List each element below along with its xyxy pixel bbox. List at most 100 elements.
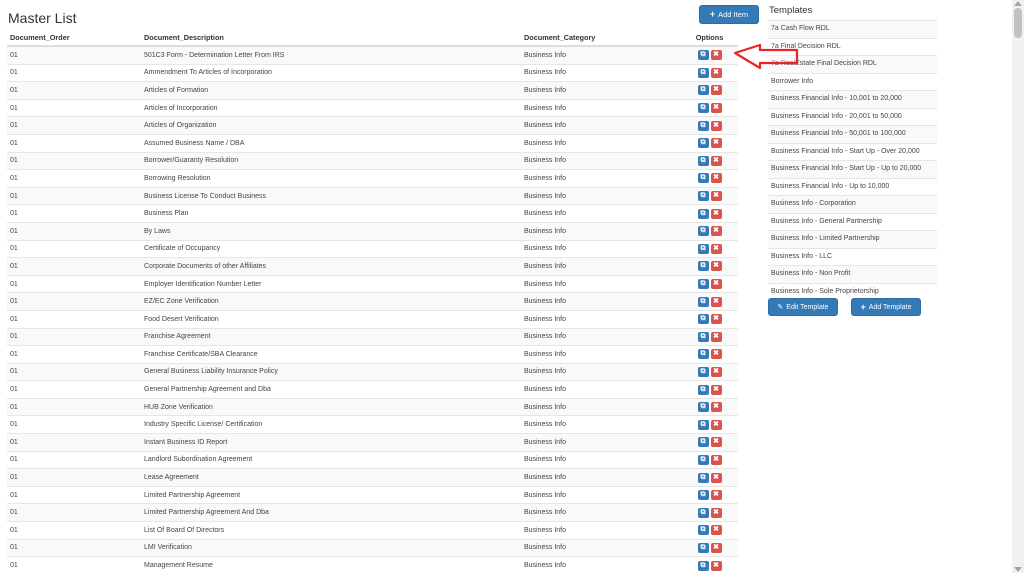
edit-icon[interactable]: ⧉ bbox=[697, 226, 709, 237]
cell-options: ⧉ ✖ bbox=[681, 239, 738, 258]
edit-icon[interactable]: ⧉ bbox=[697, 67, 709, 78]
delete-x-icon[interactable]: ✖ bbox=[710, 454, 722, 465]
edit-icon[interactable]: ⧉ bbox=[697, 261, 709, 272]
delete-x-icon[interactable]: ✖ bbox=[710, 155, 722, 166]
delete-x-icon[interactable]: ✖ bbox=[710, 50, 722, 61]
edit-icon[interactable]: ⧉ bbox=[697, 243, 709, 254]
delete-x-icon[interactable]: ✖ bbox=[710, 279, 722, 290]
delete-x-icon[interactable]: ✖ bbox=[710, 103, 722, 114]
delete-x-icon[interactable]: ✖ bbox=[710, 366, 722, 377]
edit-icon[interactable]: ⧉ bbox=[697, 472, 709, 483]
delete-x-icon[interactable]: ✖ bbox=[710, 419, 722, 430]
template-list-item[interactable]: Business Financial Info - Up to 10,000 bbox=[768, 177, 937, 196]
master-list-body: 01 501C3 Form - Determination Letter From… bbox=[7, 45, 738, 574]
delete-x-icon[interactable]: ✖ bbox=[710, 226, 722, 237]
master-list-panel: Master List + Add Item Document_Order Do… bbox=[7, 0, 759, 574]
delete-x-icon[interactable]: ✖ bbox=[710, 525, 722, 536]
scroll-thumb[interactable] bbox=[1014, 8, 1022, 38]
add-item-button[interactable]: + Add Item bbox=[699, 5, 759, 24]
template-list-item[interactable]: Business Info - Corporation bbox=[768, 195, 937, 213]
delete-x-icon[interactable]: ✖ bbox=[710, 507, 722, 518]
edit-icon[interactable]: ⧉ bbox=[697, 331, 709, 342]
edit-icon[interactable]: ⧉ bbox=[697, 542, 709, 553]
page-scrollbar[interactable] bbox=[1012, 0, 1024, 573]
delete-x-icon[interactable]: ✖ bbox=[710, 191, 722, 202]
delete-x-icon[interactable]: ✖ bbox=[710, 560, 722, 571]
edit-icon[interactable]: ⧉ bbox=[697, 349, 709, 360]
edit-icon[interactable]: ⧉ bbox=[697, 384, 709, 395]
delete-x-icon[interactable]: ✖ bbox=[710, 402, 722, 413]
edit-icon[interactable]: ⧉ bbox=[697, 402, 709, 413]
delete-x-icon[interactable]: ✖ bbox=[710, 85, 722, 96]
scroll-down-arrow-icon[interactable] bbox=[1014, 567, 1022, 572]
table-row: 01 Business Plan Business Info ⧉ ✖ bbox=[7, 204, 738, 223]
edit-icon[interactable]: ⧉ bbox=[697, 296, 709, 307]
cell-document-order: 01 bbox=[7, 538, 141, 557]
template-list-item[interactable]: Business Info - Limited Partnership bbox=[768, 230, 937, 248]
template-list-item[interactable]: 7a Cash Flow RDL bbox=[768, 20, 937, 38]
template-list-item[interactable]: Business Financial Info - 50,001 to 100,… bbox=[768, 125, 937, 143]
edit-icon[interactable]: ⧉ bbox=[697, 507, 709, 518]
delete-x-icon[interactable]: ✖ bbox=[710, 331, 722, 342]
delete-x-icon[interactable]: ✖ bbox=[710, 120, 722, 131]
edit-template-button[interactable]: ✎ Edit Template bbox=[768, 298, 838, 316]
edit-icon[interactable]: ⧉ bbox=[697, 279, 709, 290]
delete-x-icon[interactable]: ✖ bbox=[710, 138, 722, 149]
delete-x-icon[interactable]: ✖ bbox=[710, 384, 722, 395]
delete-x-icon[interactable]: ✖ bbox=[710, 208, 722, 219]
edit-icon[interactable]: ⧉ bbox=[697, 454, 709, 465]
edit-icon[interactable]: ⧉ bbox=[697, 85, 709, 96]
cell-document-category: Business Info bbox=[521, 274, 681, 293]
edit-icon[interactable]: ⧉ bbox=[697, 525, 709, 536]
delete-x-icon[interactable]: ✖ bbox=[710, 349, 722, 360]
cell-document-description: HUB Zone Verification bbox=[141, 397, 521, 416]
template-list-item[interactable]: Business Financial Info - 20,001 to 50,0… bbox=[768, 107, 937, 126]
edit-icon[interactable]: ⧉ bbox=[697, 366, 709, 377]
column-header-document-category[interactable]: Document_Category bbox=[521, 30, 681, 47]
edit-icon[interactable]: ⧉ bbox=[697, 419, 709, 430]
template-list-item[interactable]: Borrower Info bbox=[768, 72, 937, 91]
edit-icon[interactable]: ⧉ bbox=[697, 490, 709, 501]
edit-icon[interactable]: ⧉ bbox=[697, 155, 709, 166]
column-header-document-description[interactable]: Document_Description bbox=[141, 30, 521, 47]
edit-icon[interactable]: ⧉ bbox=[697, 191, 709, 202]
cell-options: ⧉ ✖ bbox=[681, 186, 738, 205]
delete-x-icon[interactable]: ✖ bbox=[710, 243, 722, 254]
table-row: 01 Articles of Incorporation Business Info… bbox=[7, 98, 738, 117]
cell-document-category: Business Info bbox=[521, 362, 681, 381]
add-template-button[interactable]: + Add Template bbox=[851, 298, 921, 316]
delete-x-icon[interactable]: ✖ bbox=[710, 296, 722, 307]
edit-icon[interactable]: ⧉ bbox=[697, 138, 709, 149]
edit-icon[interactable]: ⧉ bbox=[697, 103, 709, 114]
template-list-item[interactable]: Business Financial Info - 10,001 to 20,0… bbox=[768, 90, 937, 108]
delete-x-icon[interactable]: ✖ bbox=[710, 490, 722, 501]
delete-x-icon[interactable]: ✖ bbox=[710, 173, 722, 184]
edit-icon[interactable]: ⧉ bbox=[697, 173, 709, 184]
template-list-item[interactable]: Business Financial Info - Start Up - Up … bbox=[768, 160, 937, 178]
template-list-item[interactable]: 7a RealEstate Final Decision RDL bbox=[768, 55, 937, 73]
cell-document-category: Business Info bbox=[521, 309, 681, 328]
edit-icon[interactable]: ⧉ bbox=[697, 560, 709, 571]
delete-x-icon[interactable]: ✖ bbox=[710, 472, 722, 483]
cell-options: ⧉ ✖ bbox=[681, 274, 738, 293]
edit-icon[interactable]: ⧉ bbox=[697, 120, 709, 131]
template-list-item[interactable]: Business Info - General Partnership bbox=[768, 212, 937, 231]
edit-icon[interactable]: ⧉ bbox=[697, 208, 709, 219]
delete-x-icon[interactable]: ✖ bbox=[710, 67, 722, 78]
edit-icon[interactable]: ⧉ bbox=[697, 314, 709, 325]
template-list-item[interactable]: Business Financial Info - Start Up - Ove… bbox=[768, 142, 937, 161]
edit-icon[interactable]: ⧉ bbox=[697, 50, 709, 61]
delete-x-icon[interactable]: ✖ bbox=[710, 261, 722, 272]
edit-icon[interactable]: ⧉ bbox=[697, 437, 709, 448]
scroll-up-arrow-icon[interactable] bbox=[1014, 1, 1022, 6]
column-header-document-order[interactable]: Document_Order bbox=[7, 30, 141, 47]
template-list-item[interactable]: Business Info - LLC bbox=[768, 247, 937, 266]
template-list-item[interactable]: 7a Final Decision RDL bbox=[768, 37, 937, 56]
template-list-item[interactable]: Business Info - Non Profit bbox=[768, 265, 937, 283]
delete-x-icon[interactable]: ✖ bbox=[710, 437, 722, 448]
cell-options: ⧉ ✖ bbox=[681, 327, 738, 346]
edit-template-label: Edit Template bbox=[786, 303, 829, 311]
delete-x-icon[interactable]: ✖ bbox=[710, 314, 722, 325]
delete-x-icon[interactable]: ✖ bbox=[710, 542, 722, 553]
cell-document-category: Business Info bbox=[521, 380, 681, 399]
